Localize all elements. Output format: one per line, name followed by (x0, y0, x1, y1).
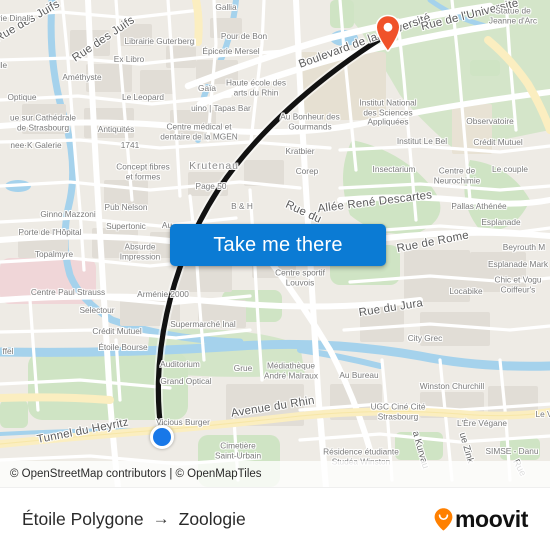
map-canvas[interactable]: Rue des Juifs Rue des Juifs rie Dinali Libr… (0, 0, 550, 487)
map-attribution: © OpenStreetMap contributors | © OpenMap… (0, 461, 550, 487)
current-location-dot[interactable] (150, 425, 174, 449)
arrow-right-icon: → (152, 509, 170, 528)
moovit-logo[interactable]: moovit (433, 506, 528, 533)
map-pin-icon[interactable] (374, 14, 402, 52)
footer-bar: Étoile Polygone → Zoologie moovit (0, 487, 550, 550)
trip-summary: Étoile Polygone → Zoologie (22, 509, 246, 530)
moovit-map-screenshot: Rue des Juifs Rue des Juifs rie Dinali Libr… (0, 0, 550, 550)
attribution-text: © OpenStreetMap contributors | © OpenMap… (10, 468, 262, 480)
take-me-there-button[interactable]: Take me there (170, 224, 386, 266)
moovit-wordmark: moovit (455, 505, 528, 532)
moovit-pin-icon (434, 508, 453, 531)
trip-origin: Étoile Polygone (22, 508, 144, 529)
trip-destination: Zoologie (178, 508, 246, 529)
